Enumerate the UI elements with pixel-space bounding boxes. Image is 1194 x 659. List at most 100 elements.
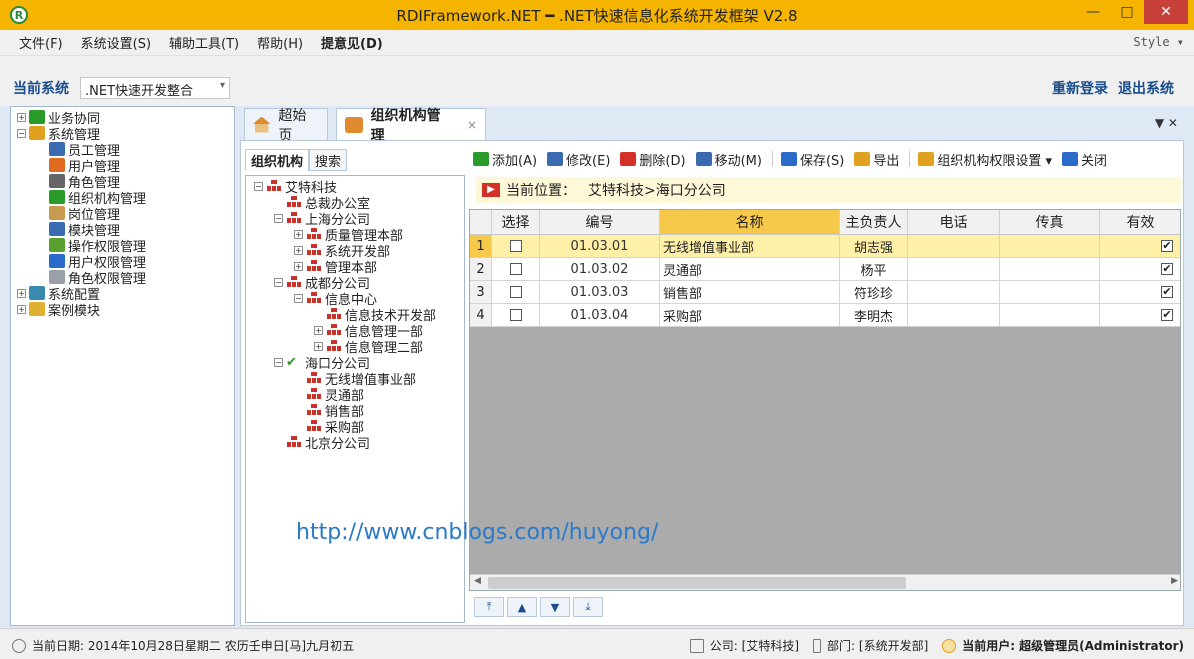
horizontal-scrollbar[interactable]: ◀ ▶ — [470, 574, 1180, 590]
menu-feedback[interactable]: 提意见(D) — [312, 33, 392, 52]
next-record-button[interactable]: ▼ — [540, 597, 570, 617]
col-phone[interactable]: 电话 — [908, 210, 1000, 235]
expander-icon[interactable]: + — [294, 245, 303, 255]
last-record-button[interactable]: ⤓ — [573, 597, 603, 617]
org-node-label: 北京分公司 — [305, 436, 371, 452]
col-valid[interactable]: 有效 — [1100, 210, 1180, 235]
nav-item[interactable]: + 案例模块 — [11, 301, 234, 319]
phone-cell — [908, 235, 1000, 258]
menu-file[interactable]: 文件(F) — [10, 33, 72, 52]
expander-icon[interactable]: − — [294, 293, 303, 303]
watermark-url: http://www.cnblogs.com/huyong/ — [296, 520, 659, 545]
style-menu[interactable]: Style ▾ — [1133, 35, 1184, 49]
tab-home[interactable]: 超始页 — [244, 108, 328, 144]
select-cell[interactable] — [492, 304, 540, 327]
expander-icon[interactable]: + — [314, 325, 323, 335]
system-select[interactable]: .NET快速开发整合 ▾ — [80, 77, 230, 99]
valid-cell[interactable]: ✔ — [1100, 281, 1180, 304]
scroll-left-icon[interactable]: ◀ — [474, 576, 481, 586]
maximize-button[interactable]: □ — [1110, 0, 1144, 24]
valid-checkbox[interactable]: ✔ — [1161, 263, 1173, 275]
toolbar-button[interactable]: 关闭 — [1062, 150, 1107, 169]
toolbar-button[interactable]: 修改(E) — [547, 150, 610, 169]
valid-cell[interactable]: ✔ — [1100, 258, 1180, 281]
col-name[interactable]: 名称 — [660, 210, 840, 235]
table-row[interactable]: 1 01.03.01 无线增值事业部 胡志强 ✔ — [470, 235, 1180, 258]
expander-icon[interactable]: + — [17, 304, 26, 314]
toolbar-button-label: 保存(S) — [799, 153, 845, 169]
org-unit-icon — [286, 212, 302, 224]
select-cell[interactable] — [492, 258, 540, 281]
nav-item[interactable]: + 系统配置 — [11, 285, 234, 303]
tab-search[interactable]: 搜索 — [309, 149, 348, 171]
toolbar-button[interactable]: 保存(S) — [780, 150, 845, 169]
col-code[interactable]: 编号 — [540, 210, 660, 235]
table-row[interactable]: 4 01.03.04 采购部 李明杰 ✔ — [470, 304, 1180, 327]
table-row[interactable]: 2 01.03.02 灵通部 杨平 ✔ — [470, 258, 1180, 281]
expander-icon[interactable]: − — [274, 357, 283, 367]
module-icon — [49, 254, 65, 268]
expander-icon[interactable]: − — [274, 213, 283, 223]
menu-tools[interactable]: 辅助工具(T) — [160, 33, 248, 52]
toolbar-button[interactable]: 导出 — [854, 150, 899, 169]
col-fax[interactable]: 传真 — [1000, 210, 1100, 235]
row-select-checkbox[interactable] — [509, 263, 522, 275]
close-window-button[interactable]: ✕ — [1144, 0, 1188, 24]
valid-checkbox[interactable]: ✔ — [1161, 309, 1173, 321]
row-select-checkbox[interactable] — [509, 286, 522, 298]
toolbar-button[interactable]: 删除(D) — [620, 150, 686, 169]
nav-item[interactable]: + 业务协同 — [11, 109, 234, 127]
name-cell: 销售部 — [660, 281, 840, 304]
valid-cell[interactable]: ✔ — [1100, 235, 1180, 258]
name-cell: 采购部 — [660, 304, 840, 327]
toolbar-button-label: 删除(D) — [639, 153, 686, 169]
exit-link[interactable]: 退出系统 — [1118, 78, 1174, 98]
tab-list-menu[interactable]: ▼ ✕ — [1155, 116, 1178, 130]
expander-icon[interactable]: + — [294, 261, 303, 271]
expander-icon[interactable]: + — [17, 288, 26, 298]
nav-item[interactable]: − 系统管理 — [11, 125, 234, 143]
org-tree-node[interactable]: 北京分公司 — [246, 434, 464, 452]
row-select-checkbox[interactable] — [509, 240, 522, 252]
tab-org-tree[interactable]: 组织机构 — [245, 149, 310, 171]
key-icon — [918, 152, 935, 166]
module-icon — [29, 302, 45, 316]
minimize-button[interactable]: — — [1076, 0, 1110, 24]
nav-item[interactable]: 岗位管理 — [11, 205, 234, 223]
expander-icon[interactable]: − — [274, 277, 283, 287]
edit-icon — [547, 152, 564, 166]
prev-record-button[interactable]: ▲ — [507, 597, 537, 617]
valid-cell[interactable]: ✔ — [1100, 304, 1180, 327]
table-row[interactable]: 3 01.03.03 销售部 符珍珍 ✔ — [470, 281, 1180, 304]
first-record-button[interactable]: ⤒ — [474, 597, 504, 617]
valid-checkbox[interactable]: ✔ — [1161, 286, 1173, 298]
expander-icon[interactable]: − — [17, 128, 26, 138]
expander-icon[interactable]: + — [294, 229, 303, 239]
col-select[interactable]: 选择 — [492, 210, 540, 235]
row-select-checkbox[interactable] — [509, 309, 522, 321]
menu-help[interactable]: 帮助(H) — [248, 33, 312, 52]
fax-cell — [1000, 258, 1100, 281]
nav-item[interactable]: 用户管理 — [11, 157, 234, 175]
valid-checkbox[interactable]: ✔ — [1161, 240, 1173, 252]
nav-item[interactable]: 员工管理 — [11, 141, 234, 159]
scroll-right-icon[interactable]: ▶ — [1171, 576, 1178, 586]
toolbar-button[interactable]: 移动(M) — [695, 150, 762, 169]
col-manager[interactable]: 主负责人 — [840, 210, 908, 235]
tab-org-management[interactable]: 组织机构管理 × — [336, 108, 486, 144]
expander-icon[interactable]: − — [254, 181, 263, 191]
toolbar-button[interactable]: 添加(A) — [473, 150, 537, 169]
nav-item[interactable]: 组织机构管理 — [11, 189, 234, 207]
menu-settings[interactable]: 系统设置(S) — [72, 33, 160, 52]
toolbar-button-label: 添加(A) — [492, 153, 538, 169]
expander-icon[interactable]: + — [17, 112, 26, 122]
toolbar-button[interactable]: 组织机构权限设置 ▾ — [918, 150, 1052, 169]
nav-item[interactable]: 角色权限管理 — [11, 269, 234, 287]
scrollbar-thumb[interactable] — [488, 577, 906, 589]
tab-close-icon[interactable]: × — [467, 118, 477, 132]
relogin-link[interactable]: 重新登录 — [1052, 78, 1108, 98]
expander-icon[interactable]: + — [314, 341, 323, 351]
company-icon — [689, 638, 704, 653]
select-cell[interactable] — [492, 281, 540, 304]
select-cell[interactable] — [492, 235, 540, 258]
